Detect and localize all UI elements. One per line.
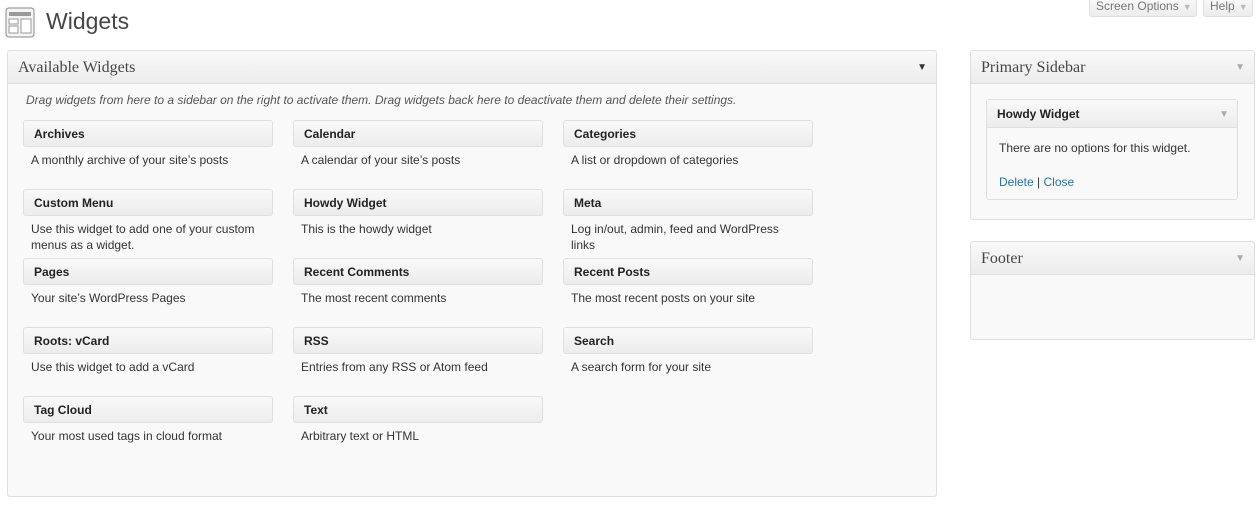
sidebar-widget-header[interactable]: Howdy Widget ▼ bbox=[987, 100, 1237, 128]
widget-actions: Delete | Close bbox=[999, 175, 1074, 189]
widget-description: Arbitrary text or HTML bbox=[301, 429, 420, 443]
widget-title[interactable]: RSS bbox=[293, 327, 543, 354]
primary-sidebar-panel: Primary Sidebar ▼ Howdy Widget ▼ There a… bbox=[970, 50, 1255, 220]
help-label: Help bbox=[1210, 0, 1235, 13]
widget-item[interactable]: Recent Comments The most recent comments bbox=[293, 258, 543, 327]
available-widgets-header[interactable]: Available Widgets ▼ bbox=[8, 51, 936, 84]
widget-title[interactable]: Archives bbox=[23, 120, 273, 147]
widget-title[interactable]: Text bbox=[293, 396, 543, 423]
widget-title[interactable]: Recent Posts bbox=[563, 258, 813, 285]
no-options-message: There are no options for this widget. bbox=[999, 141, 1191, 155]
widget-description: Entries from any RSS or Atom feed bbox=[301, 360, 488, 374]
available-widgets-description: Drag widgets from here to a sidebar on t… bbox=[26, 93, 737, 107]
widget-description: A monthly archive of your site’s posts bbox=[31, 153, 229, 167]
primary-sidebar-title: Primary Sidebar bbox=[981, 59, 1086, 76]
action-separator: | bbox=[1033, 175, 1044, 189]
help-button[interactable]: Help ▼ bbox=[1203, 0, 1253, 17]
widget-title[interactable]: Meta bbox=[563, 189, 813, 216]
available-widgets-title: Available Widgets bbox=[18, 59, 136, 76]
available-widgets-panel: Available Widgets ▼ Drag widgets from he… bbox=[7, 50, 937, 497]
widget-description: Use this widget to add one of your custo… bbox=[31, 222, 255, 252]
widget-item[interactable]: Text Arbitrary text or HTML bbox=[293, 396, 543, 465]
footer-sidebar-panel[interactable]: Footer ▼ bbox=[970, 241, 1255, 340]
expand-arrow-icon[interactable]: ▼ bbox=[1219, 109, 1229, 120]
delete-link[interactable]: Delete bbox=[999, 175, 1034, 189]
widget-grid: Archives A monthly archive of your site’s… bbox=[23, 120, 813, 465]
widget-description: The most recent comments bbox=[301, 291, 447, 305]
widget-description: The most recent posts on your site bbox=[571, 291, 756, 305]
widget-title[interactable]: Howdy Widget bbox=[293, 189, 543, 216]
widget-item[interactable]: Categories A list or dropdown of categori… bbox=[563, 120, 813, 189]
widget-description: Use this widget to add a vCard bbox=[31, 360, 195, 374]
widget-item[interactable]: Archives A monthly archive of your site’s… bbox=[23, 120, 273, 189]
widget-item[interactable]: Tag Cloud Your most used tags in cloud fo… bbox=[23, 396, 273, 465]
widget-item[interactable]: Recent Posts The most recent posts on you… bbox=[563, 258, 813, 327]
widget-item[interactable]: Howdy Widget This is the howdy widget bbox=[293, 189, 543, 258]
widget-title[interactable]: Pages bbox=[23, 258, 273, 285]
widget-item[interactable]: Meta Log in/out, admin, feed and WordPres… bbox=[563, 189, 813, 258]
widget-title[interactable]: Tag Cloud bbox=[23, 396, 273, 423]
widgets-icon bbox=[5, 7, 35, 38]
footer-sidebar-header[interactable]: Footer ▼ bbox=[971, 242, 1254, 275]
widget-title[interactable]: Custom Menu bbox=[23, 189, 273, 216]
widget-description: A list or dropdown of categories bbox=[571, 153, 739, 167]
widget-item[interactable]: Search A search form for your site bbox=[563, 327, 813, 396]
collapse-arrow-icon[interactable]: ▼ bbox=[1235, 253, 1245, 264]
close-link[interactable]: Close bbox=[1043, 175, 1074, 189]
widget-item[interactable]: Roots: vCard Use this widget to add a vCa… bbox=[23, 327, 273, 396]
widget-item[interactable]: Calendar A calendar of your site’s posts bbox=[293, 120, 543, 189]
widget-description: This is the howdy widget bbox=[301, 222, 432, 236]
sidebar-widget-title: Howdy Widget bbox=[997, 107, 1080, 121]
widget-title[interactable]: Categories bbox=[563, 120, 813, 147]
widget-item[interactable]: Custom Menu Use this widget to add one of… bbox=[23, 189, 273, 258]
chevron-down-icon: ▼ bbox=[1238, 2, 1248, 12]
sidebar-widget-howdy[interactable]: Howdy Widget ▼ There are no options for … bbox=[986, 99, 1238, 200]
primary-sidebar-header[interactable]: Primary Sidebar ▼ bbox=[971, 51, 1254, 84]
collapse-arrow-icon[interactable]: ▼ bbox=[917, 62, 927, 73]
screen-options-label: Screen Options bbox=[1096, 0, 1179, 13]
page-title: Widgets bbox=[46, 8, 130, 34]
footer-sidebar-title: Footer bbox=[981, 250, 1023, 267]
widget-title[interactable]: Search bbox=[563, 327, 813, 354]
widget-item[interactable]: RSS Entries from any RSS or Atom feed bbox=[293, 327, 543, 396]
widget-title[interactable]: Roots: vCard bbox=[23, 327, 273, 354]
collapse-arrow-icon[interactable]: ▼ bbox=[1235, 62, 1245, 73]
widget-description: Your site’s WordPress Pages bbox=[31, 291, 186, 305]
widget-description: A search form for your site bbox=[571, 360, 712, 374]
widget-description: Your most used tags in cloud format bbox=[31, 429, 222, 443]
widget-title[interactable]: Recent Comments bbox=[293, 258, 543, 285]
widget-description: Log in/out, admin, feed and WordPress li… bbox=[571, 222, 779, 252]
chevron-down-icon: ▼ bbox=[1182, 2, 1192, 12]
widget-title[interactable]: Calendar bbox=[293, 120, 543, 147]
widget-item[interactable]: Pages Your site’s WordPress Pages bbox=[23, 258, 273, 327]
screen-options-button[interactable]: Screen Options ▼ bbox=[1089, 0, 1197, 17]
widget-description: A calendar of your site’s posts bbox=[301, 153, 461, 167]
